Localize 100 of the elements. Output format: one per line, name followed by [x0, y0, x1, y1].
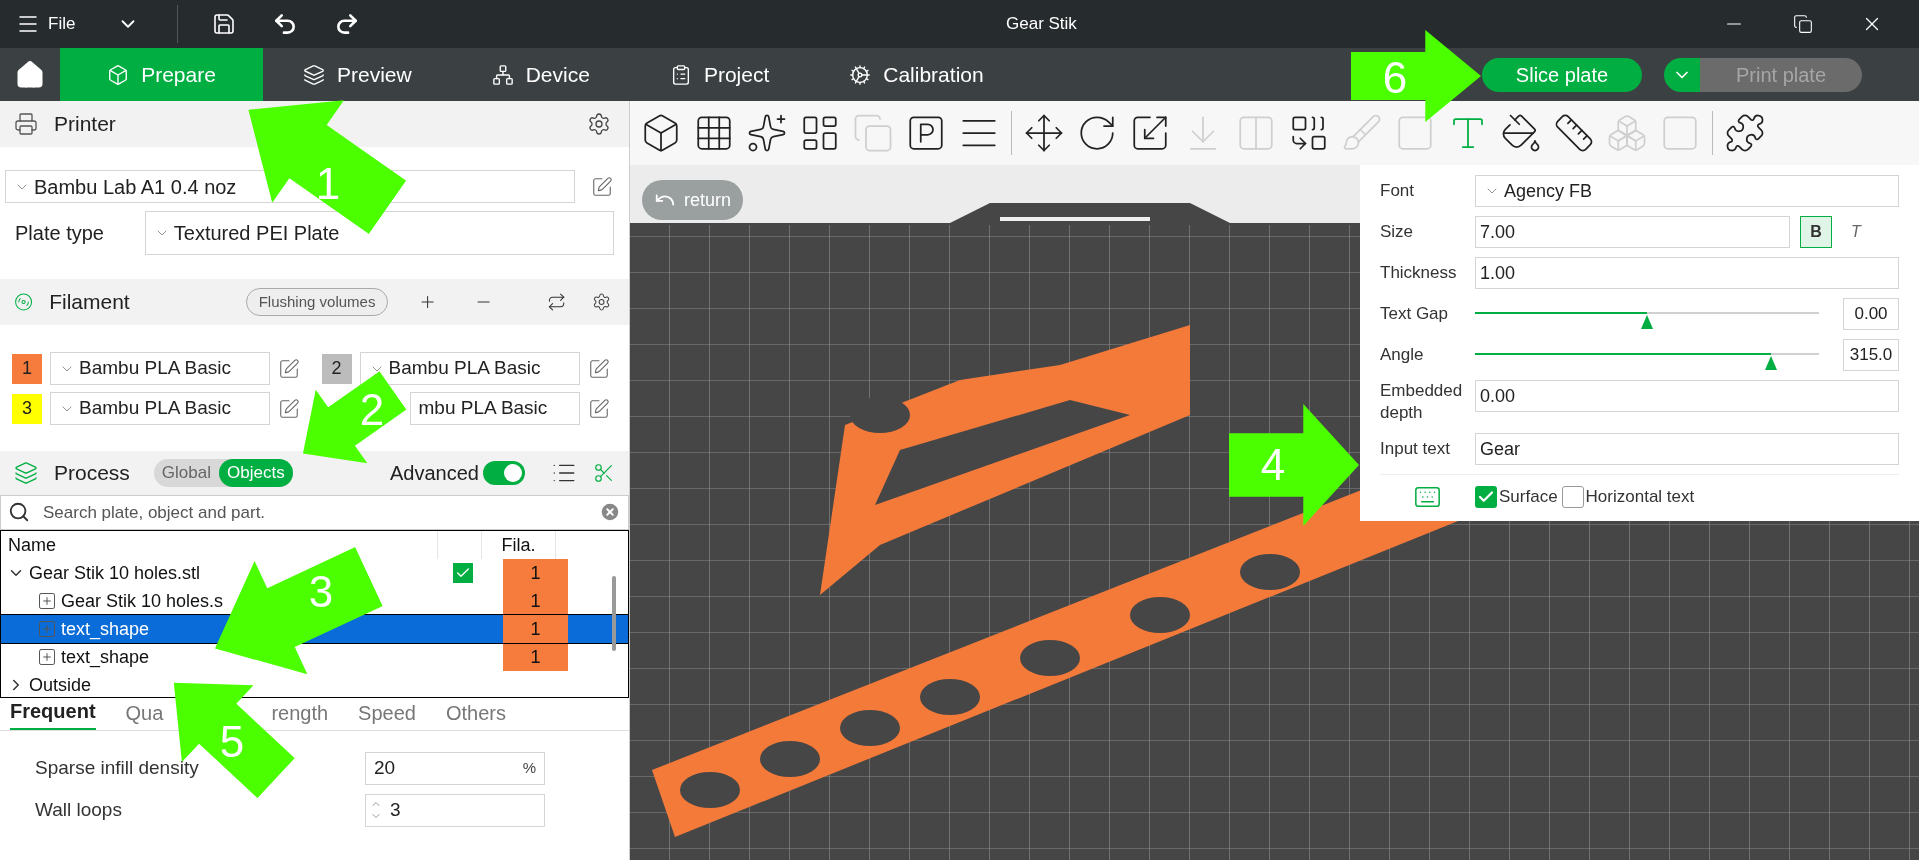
font-select[interactable]: Agency FB — [1475, 175, 1899, 207]
filament-select[interactable]: Bambu PLA Basic — [359, 352, 580, 385]
checkbox-label: Surface — [1499, 486, 1558, 509]
sparkle-icon[interactable] — [746, 112, 788, 154]
filament-swatch[interactable]: 3 — [12, 393, 42, 424]
nav-tab[interactable]: Calibration — [809, 48, 1024, 101]
object-name[interactable]: Outside — [29, 671, 92, 697]
window-title: Gear Stik — [1006, 13, 1077, 36]
italic-toggle[interactable]: T — [1840, 216, 1872, 248]
scope-option[interactable]: Global — [153, 459, 219, 487]
home-icon[interactable] — [15, 59, 45, 90]
field-label: Embedded depth — [1380, 380, 1464, 424]
scope-toggle[interactable]: Global Objects — [153, 459, 293, 487]
filament-select[interactable]: Bambu PLA Basic — [50, 352, 270, 385]
field-label: Font — [1380, 180, 1416, 203]
slider-value[interactable]: 315.0 — [1843, 339, 1899, 371]
filament-swatch[interactable]: 2 — [321, 353, 352, 384]
field-label: Plate type — [15, 221, 105, 246]
ruler-icon[interactable] — [1553, 112, 1595, 154]
column-header: Name — [7, 533, 57, 557]
settings-tab[interactable]: Others — [445, 698, 506, 730]
field-label: Input text — [1380, 438, 1451, 461]
gear-icon — [849, 63, 872, 86]
device-icon — [491, 63, 514, 86]
scrollbar[interactable] — [612, 576, 616, 651]
print-options-button[interactable] — [1664, 57, 1700, 92]
paint-bucket-icon[interactable] — [1500, 112, 1542, 154]
plate-type-select[interactable]: Textured PEI Plate — [144, 211, 614, 255]
save-icon[interactable] — [212, 12, 237, 36]
annotation-number: 5 — [219, 720, 245, 764]
settings-tab[interactable]: rength — [271, 698, 329, 730]
advanced-label: Advanced — [390, 461, 479, 486]
part-icon — [37, 591, 57, 611]
annotation-number: 6 — [1382, 56, 1408, 100]
field-label: Size — [1380, 221, 1415, 244]
object-name[interactable]: Gear Stik 10 holes.s — [61, 587, 224, 615]
bold-toggle[interactable]: B — [1800, 216, 1832, 248]
filament-select[interactable]: Bambu PLA Basic — [50, 392, 270, 425]
slider-thumb[interactable] — [1764, 356, 1777, 370]
filament-cell[interactable]: 1 — [503, 559, 568, 587]
field-label: Angle — [1380, 344, 1425, 367]
checkbox[interactable] — [1475, 486, 1497, 508]
search-field[interactable]: Search plate, object and part. — [0, 495, 629, 530]
annotation-number: 3 — [308, 570, 334, 614]
slider-thumb[interactable] — [1641, 315, 1653, 329]
settings-icon[interactable] — [591, 290, 612, 314]
restore-icon[interactable] — [1793, 14, 1813, 34]
thickness-field[interactable]: 1.00 — [1475, 257, 1899, 289]
slider-value[interactable]: 0.00 — [1843, 298, 1899, 330]
sync-icon[interactable] — [546, 290, 566, 314]
filament-cell[interactable]: 1 — [503, 643, 568, 671]
edit-icon[interactable] — [587, 357, 610, 380]
filament-select[interactable]: mbu PLA Basic — [409, 392, 580, 425]
part-icon — [37, 619, 57, 639]
setting-label: Wall loops — [35, 797, 123, 822]
nav-tab[interactable]: Device — [451, 48, 630, 101]
settings-tab[interactable]: Frequent — [10, 696, 96, 730]
text-input-field[interactable]: Gear — [1475, 433, 1899, 465]
file-menu[interactable]: File — [0, 0, 84, 48]
checkbox[interactable] — [1561, 486, 1584, 508]
filament-swatch[interactable]: 1 — [12, 353, 42, 384]
settings-tab[interactable]: Qua — [125, 698, 164, 730]
object-name[interactable]: Gear Stik 10 holes.stl — [29, 559, 201, 587]
move-icon[interactable] — [1023, 112, 1065, 154]
field-label: Text Gap — [1380, 303, 1450, 326]
nav-tab[interactable]: Preview — [263, 48, 452, 101]
nav-tab[interactable]: Project — [629, 48, 810, 101]
object-name[interactable]: text_shape — [61, 643, 150, 671]
spin-field[interactable]: 3 — [365, 793, 545, 827]
depth-field[interactable]: 0.00 — [1475, 380, 1899, 412]
number-field[interactable]: 20 % — [365, 751, 545, 785]
printer-icon — [14, 112, 38, 136]
flushing-volumes-button[interactable]: Flushing volumes — [245, 288, 389, 316]
edit-icon[interactable] — [278, 357, 300, 380]
checkbox-label: Horizontal text — [1585, 486, 1695, 509]
part-icon — [37, 647, 57, 667]
section-title: Filament — [49, 289, 130, 316]
edit-icon[interactable] — [587, 397, 610, 420]
advanced-switch[interactable] — [483, 461, 525, 485]
settings-tab[interactable]: Speed — [358, 698, 416, 730]
scissors-icon[interactable] — [593, 462, 615, 484]
cube-icon — [107, 63, 130, 86]
clear-icon[interactable] — [599, 501, 621, 523]
object-name[interactable]: text_shape — [61, 615, 150, 643]
edit-icon[interactable] — [591, 175, 613, 198]
unit-label: % — [522, 757, 536, 778]
layers-icon — [303, 63, 325, 86]
field-label: Thickness — [1380, 262, 1458, 285]
section-title: Process — [54, 460, 130, 487]
search-icon — [8, 501, 30, 523]
filament-cell[interactable]: 1 — [503, 587, 568, 615]
checkbox[interactable] — [453, 563, 473, 583]
slider-track[interactable] — [1475, 312, 1819, 330]
slider-track[interactable] — [1475, 353, 1819, 371]
filament-cell[interactable]: 1 — [503, 615, 568, 643]
puzzle-icon[interactable] — [1724, 112, 1766, 154]
edit-icon[interactable] — [278, 397, 300, 420]
size-field[interactable]: 7.00 — [1475, 216, 1790, 248]
settings-icon[interactable] — [587, 112, 611, 136]
spool-icon — [14, 290, 34, 314]
